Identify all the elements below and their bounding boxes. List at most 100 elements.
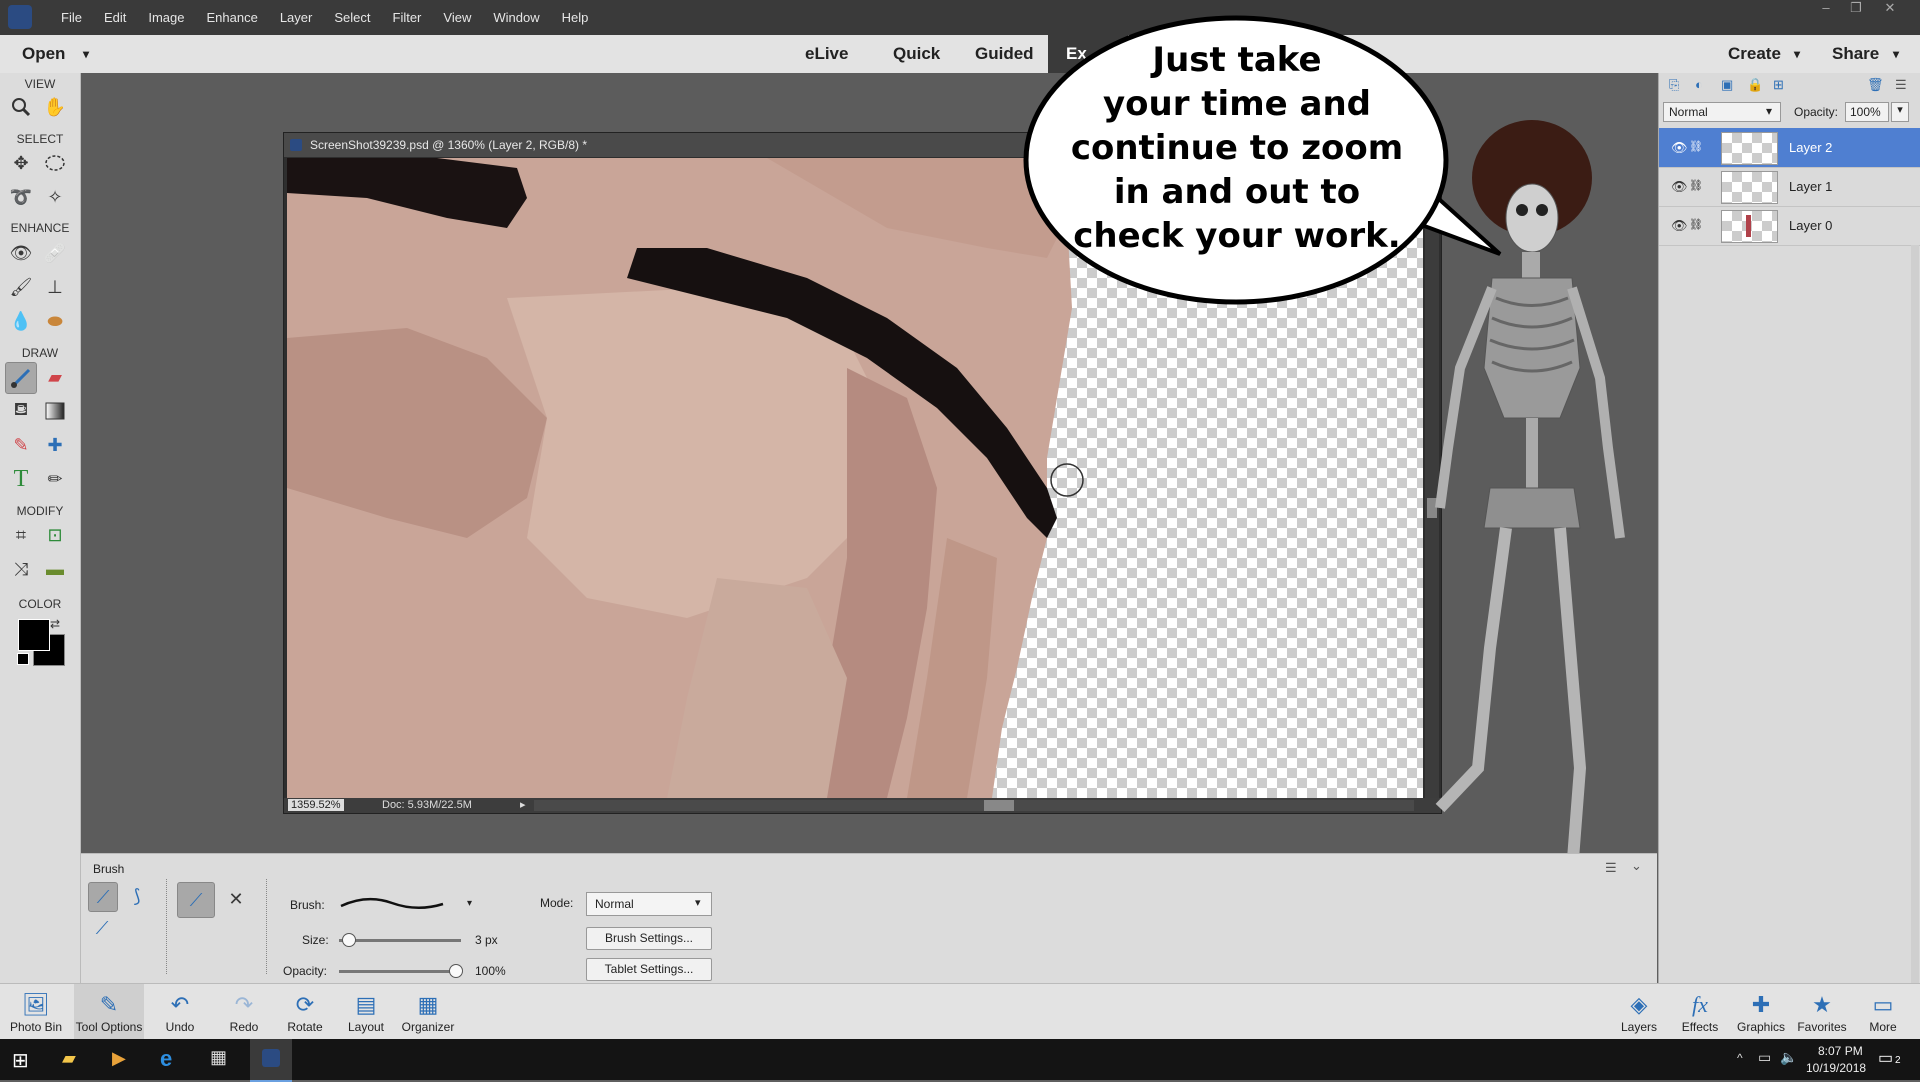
visibility-eye-icon[interactable]: 👁 — [1671, 218, 1688, 234]
layers-opacity-chevron-down-icon[interactable]: ▾ — [1891, 102, 1909, 122]
size-slider-knob[interactable] — [342, 933, 357, 947]
sponge-tool-icon[interactable]: ⬬ — [40, 306, 70, 336]
clone-stamp-tool-icon[interactable]: ⊥ — [40, 272, 70, 302]
eraser-tool-icon[interactable]: ▰ — [40, 362, 70, 392]
size-slider-track[interactable] — [339, 933, 461, 947]
horizontal-scroll-thumb[interactable] — [984, 800, 1014, 811]
swap-colors-icon[interactable]: ⇄ — [50, 617, 60, 631]
clock-date[interactable]: 10/19/2018 — [1806, 1061, 1866, 1075]
move-tool-icon[interactable]: ✥ — [6, 148, 36, 178]
lock-all-icon[interactable]: ⊞ — [1773, 77, 1784, 93]
link-icon[interactable]: ⛓ — [1689, 218, 1703, 231]
organizer-button[interactable]: ▦ Organizer — [393, 984, 463, 1040]
layout-button[interactable]: ▤ Layout — [331, 984, 401, 1040]
brush-mode-icon[interactable]: ⟋ — [177, 882, 215, 918]
share-button[interactable]: Share — [1832, 44, 1879, 64]
layer-name[interactable]: Layer 2 — [1789, 140, 1832, 155]
menu-filter[interactable]: Filter — [382, 10, 433, 25]
zoom-level[interactable]: 1359.52% — [288, 799, 344, 811]
menu-edit[interactable]: Edit — [93, 10, 137, 25]
type-tool-icon[interactable]: T — [6, 464, 36, 494]
minimize-icon[interactable]: – — [1812, 0, 1840, 18]
marquee-tool-icon[interactable] — [40, 148, 70, 178]
adjustment-layer-icon[interactable]: ◐ — [1695, 77, 1703, 92]
color-replacement-brush-icon[interactable]: ⟋ — [88, 914, 116, 942]
notification-center-icon[interactable]: ▭ — [1878, 1048, 1893, 1068]
layer-name[interactable]: Layer 0 — [1789, 218, 1832, 233]
internet-explorer-icon[interactable]: e — [160, 1046, 172, 1072]
tray-chevron-up-icon[interactable]: ^ — [1737, 1051, 1743, 1065]
tablet-settings-button[interactable]: Tablet Settings... — [586, 958, 712, 981]
effects-button[interactable]: fx Effects — [1665, 984, 1735, 1040]
restore-icon[interactable]: ❐ — [1842, 0, 1870, 18]
network-icon[interactable]: ▭ — [1758, 1049, 1771, 1066]
options-collapse-chevron-icon[interactable]: ⌄ — [1631, 858, 1642, 874]
menu-view[interactable]: View — [432, 10, 482, 25]
create-button[interactable]: Create — [1728, 44, 1781, 64]
share-dropdown-icon[interactable]: ▾ — [1893, 47, 1899, 61]
blend-mode-select[interactable]: Normal ▾ — [1663, 102, 1781, 122]
redo-button[interactable]: ↷ Redo — [209, 984, 279, 1040]
brush-variant-icon[interactable]: ⟋ — [88, 882, 118, 912]
panel-menu-icon[interactable]: ☰ — [1895, 77, 1907, 93]
smart-brush-tool-icon[interactable]: 🖌 — [6, 272, 36, 302]
content-aware-move-tool-icon[interactable]: ⤨ — [6, 554, 36, 584]
gradient-tool-icon[interactable] — [40, 396, 70, 426]
lock-icon[interactable]: 🔒 — [1747, 77, 1763, 93]
calculator-icon[interactable]: ▦ — [210, 1047, 227, 1068]
photoshop-elements-taskbar-button[interactable] — [250, 1039, 292, 1082]
straighten-tool-icon[interactable]: ▬ — [40, 554, 70, 584]
layers-opacity-input[interactable]: 100% — [1845, 102, 1889, 122]
airbrush-mode-icon[interactable]: ✕ — [221, 884, 251, 914]
brush-preset-chevron-down-icon[interactable]: ▾ — [467, 898, 472, 909]
recompose-tool-icon[interactable]: ⊡ — [40, 520, 70, 550]
status-arrow-icon[interactable]: ▸ — [520, 798, 526, 811]
opacity-slider-knob[interactable] — [449, 964, 463, 978]
tab-elive[interactable]: eLive — [805, 44, 848, 64]
undo-button[interactable]: ↶ Undo — [145, 984, 215, 1040]
menu-enhance[interactable]: Enhance — [196, 10, 269, 25]
layer-row-2[interactable]: 👁 ⛓ Layer 2 — [1659, 128, 1920, 168]
close-icon[interactable]: ✕ — [1876, 0, 1904, 18]
menu-select[interactable]: Select — [323, 10, 381, 25]
layer-name[interactable]: Layer 1 — [1789, 179, 1832, 194]
paint-bucket-tool-icon[interactable]: ⛾ — [6, 396, 36, 426]
foreground-color-swatch[interactable] — [18, 619, 50, 651]
clock-time[interactable]: 8:07 PM — [1818, 1044, 1863, 1058]
horizontal-scrollbar[interactable] — [534, 800, 1414, 811]
custom-shape-tool-icon[interactable]: ✚ — [40, 430, 70, 460]
quick-selection-tool-icon[interactable]: ✧ — [40, 182, 70, 212]
layers-scrollbar[interactable] — [1911, 245, 1919, 1045]
lasso-tool-icon[interactable]: ➰ — [6, 182, 36, 212]
new-layer-icon[interactable]: ⎘ — [1669, 77, 1679, 93]
brush-settings-button[interactable]: Brush Settings... — [586, 927, 712, 950]
brush-preset-picker[interactable] — [337, 886, 447, 920]
zoom-tool-icon[interactable] — [6, 92, 36, 122]
create-dropdown-icon[interactable]: ▾ — [1794, 47, 1800, 61]
delete-layer-icon[interactable]: 🗑 — [1867, 77, 1884, 93]
default-colors-icon[interactable] — [17, 653, 29, 665]
hand-tool-icon[interactable]: ✋ — [40, 92, 70, 122]
opacity-slider-track[interactable] — [339, 964, 463, 978]
pencil-tool-icon[interactable]: ✏ — [40, 464, 70, 494]
visibility-eye-icon[interactable]: 👁 — [1671, 179, 1688, 195]
brush-tool-icon[interactable] — [5, 362, 37, 394]
favorites-button[interactable]: ★ Favorites — [1787, 984, 1857, 1040]
red-eye-tool-icon[interactable]: 👁 — [6, 238, 36, 268]
crop-tool-icon[interactable]: ⌗ — [6, 520, 36, 550]
layer-row-0[interactable]: 👁 ⛓ Layer 0 — [1659, 206, 1920, 246]
media-player-icon[interactable]: ▶ — [112, 1048, 126, 1069]
volume-icon[interactable]: 🔈 — [1780, 1049, 1797, 1066]
photo-bin-button[interactable]: 🖼 Photo Bin — [1, 984, 71, 1040]
impressionist-brush-icon[interactable]: ⟆ — [123, 882, 151, 910]
link-icon[interactable]: ⛓ — [1689, 179, 1703, 192]
menu-window[interactable]: Window — [482, 10, 550, 25]
windows-start-icon[interactable]: ⊞ — [12, 1048, 29, 1073]
tab-quick[interactable]: Quick — [893, 44, 940, 64]
graphics-button[interactable]: ✚ Graphics — [1726, 984, 1796, 1040]
menu-file[interactable]: File — [50, 10, 93, 25]
eyedropper-tool-icon[interactable]: ✎ — [6, 430, 36, 460]
menu-image[interactable]: Image — [137, 10, 195, 25]
layer-mask-icon[interactable]: ▣ — [1721, 77, 1733, 93]
layer-row-1[interactable]: 👁 ⛓ Layer 1 — [1659, 167, 1920, 207]
